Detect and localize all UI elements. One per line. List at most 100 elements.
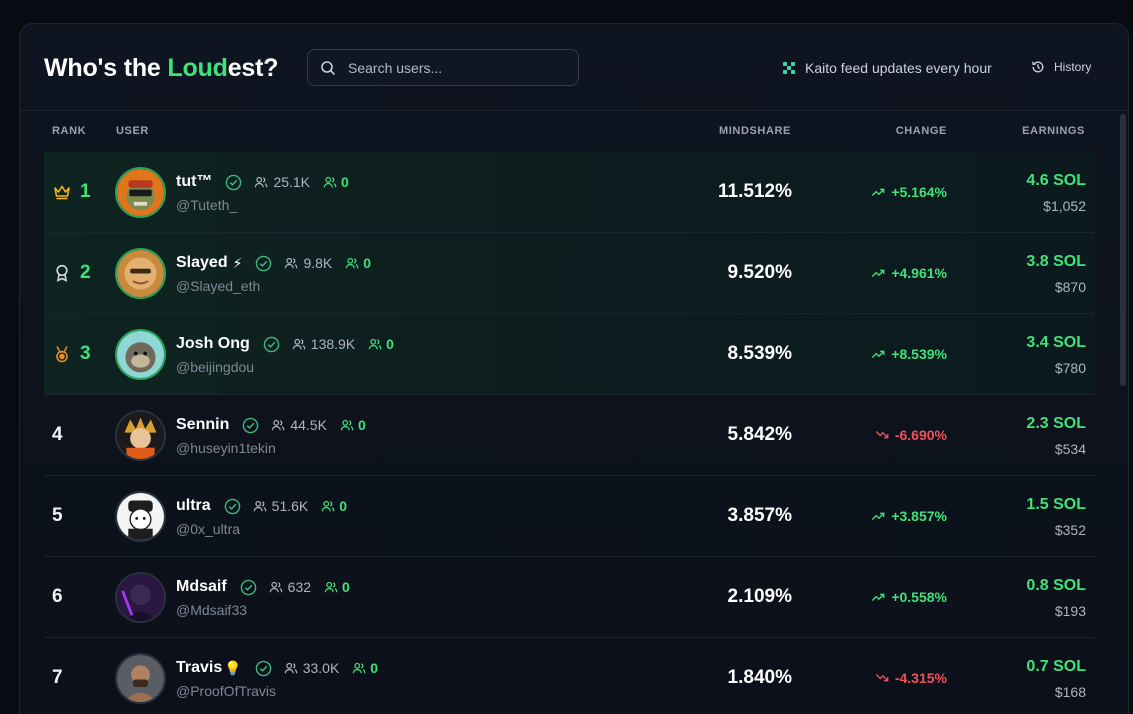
friends-icon xyxy=(368,338,382,350)
avatar[interactable] xyxy=(115,248,166,299)
earnings-usd: $168 xyxy=(1054,684,1086,700)
earnings-usd: $352 xyxy=(1054,522,1086,538)
trend-up-icon xyxy=(872,350,885,358)
user-name[interactable]: Travis xyxy=(176,659,222,677)
friends-icon xyxy=(323,176,337,188)
user-name[interactable]: Josh Ong xyxy=(176,335,250,353)
table-header: RANK USER MINDSHARE CHANGE EARNINGS xyxy=(20,111,1128,152)
trend-up-icon xyxy=(872,269,885,277)
change-value: -4.315% xyxy=(875,670,947,686)
earnings-usd: $1,052 xyxy=(1043,198,1086,214)
followers-icon xyxy=(285,257,298,269)
follower-count: 33.0K xyxy=(284,660,339,676)
user-line: Sennin 44.5K 0 xyxy=(176,415,366,435)
search-icon xyxy=(321,60,336,75)
table-row[interactable]: 1 tut™ 25.1K 0 @Tuteth_ 11.512% +5.164% … xyxy=(44,152,1095,233)
user-line: Mdsaif 632 0 xyxy=(176,577,350,597)
column-user: USER xyxy=(116,125,149,137)
friends-icon xyxy=(324,581,338,593)
avatar[interactable] xyxy=(115,329,166,380)
change-value: +0.558% xyxy=(871,589,947,605)
verified-icon xyxy=(256,255,272,271)
mindshare-value: 5.842% xyxy=(727,424,792,445)
history-icon xyxy=(1032,61,1044,73)
user-handle[interactable]: @beijingdou xyxy=(176,359,254,375)
friend-count: 0 xyxy=(323,174,349,190)
user-name[interactable]: ultra xyxy=(176,497,211,515)
user-name[interactable]: tut™ xyxy=(176,173,212,191)
user-name[interactable]: Mdsaif xyxy=(176,578,227,596)
mindshare-value: 2.109% xyxy=(727,586,792,607)
table-row[interactable]: 3 Josh Ong 138.9K 0 @beijingdou 8.539% +… xyxy=(44,314,1095,395)
feed-status-text: Kaito feed updates every hour xyxy=(805,60,992,76)
avatar[interactable] xyxy=(115,410,166,461)
scrollbar[interactable] xyxy=(1120,114,1126,386)
earnings-sol: 4.6 SOL xyxy=(1026,172,1086,189)
user-line: tut™ 25.1K 0 xyxy=(176,172,349,192)
table-row[interactable]: 2 Slayed ⚡ 9.8K 0 @Slayed_eth 9.520% +4.… xyxy=(44,233,1095,314)
table-row[interactable]: 7 Travis 💡 33.0K 0 @ProofOfTravis 1.840%… xyxy=(44,638,1095,714)
avatar[interactable] xyxy=(115,491,166,542)
user-line: Travis 💡 33.0K 0 xyxy=(176,658,378,678)
user-line: Slayed ⚡ 9.8K 0 xyxy=(176,253,371,273)
earnings-sol: 1.5 SOL xyxy=(1026,496,1086,513)
avatar[interactable] xyxy=(115,167,166,218)
user-handle[interactable]: @Slayed_eth xyxy=(176,278,260,294)
friend-count: 0 xyxy=(352,660,378,676)
table-row[interactable]: 4 Sennin 44.5K 0 @huseyin1tekin 5.842% -… xyxy=(44,395,1095,476)
friend-count: 0 xyxy=(340,417,366,433)
mindshare-value: 8.539% xyxy=(727,343,792,364)
rank-number: 3 xyxy=(80,343,91,364)
search-box[interactable] xyxy=(307,49,579,86)
history-button[interactable]: History xyxy=(1031,60,1091,74)
mindshare-value: 9.520% xyxy=(727,262,792,283)
rank-number: 5 xyxy=(52,505,63,526)
earnings-sol: 0.8 SOL xyxy=(1026,577,1086,594)
table-row[interactable]: 5 ultra 51.6K 0 @0x_ultra 3.857% +3.857%… xyxy=(44,476,1095,557)
user-line: ultra 51.6K 0 xyxy=(176,496,347,516)
change-value: +3.857% xyxy=(871,508,947,524)
avatar[interactable] xyxy=(115,572,166,623)
follower-count: 51.6K xyxy=(253,498,308,514)
title-suffix: est? xyxy=(227,54,279,82)
followers-icon xyxy=(272,419,285,431)
avatar[interactable] xyxy=(115,653,166,704)
followers-icon xyxy=(255,176,268,188)
follower-count: 44.5K xyxy=(271,417,327,433)
user-handle[interactable]: @ProofOfTravis xyxy=(176,683,276,699)
follower-count: 9.8K xyxy=(284,255,332,271)
user-name[interactable]: Sennin xyxy=(176,416,229,434)
user-handle[interactable]: @0x_ultra xyxy=(176,521,240,537)
follower-count: 25.1K xyxy=(254,174,310,190)
column-earnings[interactable]: EARNINGS xyxy=(1022,125,1085,137)
table-row[interactable]: 6 Mdsaif 632 0 @Mdsaif33 2.109% +0.558% … xyxy=(44,557,1095,638)
change-value: +5.164% xyxy=(871,184,947,200)
user-handle[interactable]: @Mdsaif33 xyxy=(176,602,247,618)
earnings-usd: $193 xyxy=(1054,603,1086,619)
verified-icon xyxy=(226,174,242,190)
followers-icon xyxy=(284,662,298,674)
column-change[interactable]: CHANGE xyxy=(896,125,947,137)
earnings-sol: 3.8 SOL xyxy=(1026,253,1086,270)
column-mindshare[interactable]: MINDSHARE xyxy=(719,125,791,137)
search-input[interactable] xyxy=(348,59,568,76)
name-emoji: 💡 xyxy=(224,659,242,676)
title-accent: Loud xyxy=(167,54,228,82)
friend-count: 0 xyxy=(345,255,371,271)
earnings-sol: 3.4 SOL xyxy=(1026,334,1086,351)
mindshare-value: 1.840% xyxy=(727,667,792,688)
friend-count: 0 xyxy=(368,336,394,352)
friend-count: 0 xyxy=(321,498,347,514)
rank-number: 4 xyxy=(52,424,63,445)
verified-icon xyxy=(224,498,240,514)
leaderboard-header: Who's the Loudest? Kaito feed updates ev… xyxy=(20,24,1128,111)
user-handle[interactable]: @Tuteth_ xyxy=(176,197,237,213)
verified-icon xyxy=(240,579,256,595)
user-name[interactable]: Slayed xyxy=(176,254,228,272)
change-value: -6.690% xyxy=(875,427,947,443)
user-handle[interactable]: @huseyin1tekin xyxy=(176,440,276,456)
trend-up-icon xyxy=(872,593,885,601)
friends-icon xyxy=(352,662,366,674)
change-value: +8.539% xyxy=(871,346,947,362)
trend-down-icon xyxy=(875,674,889,682)
